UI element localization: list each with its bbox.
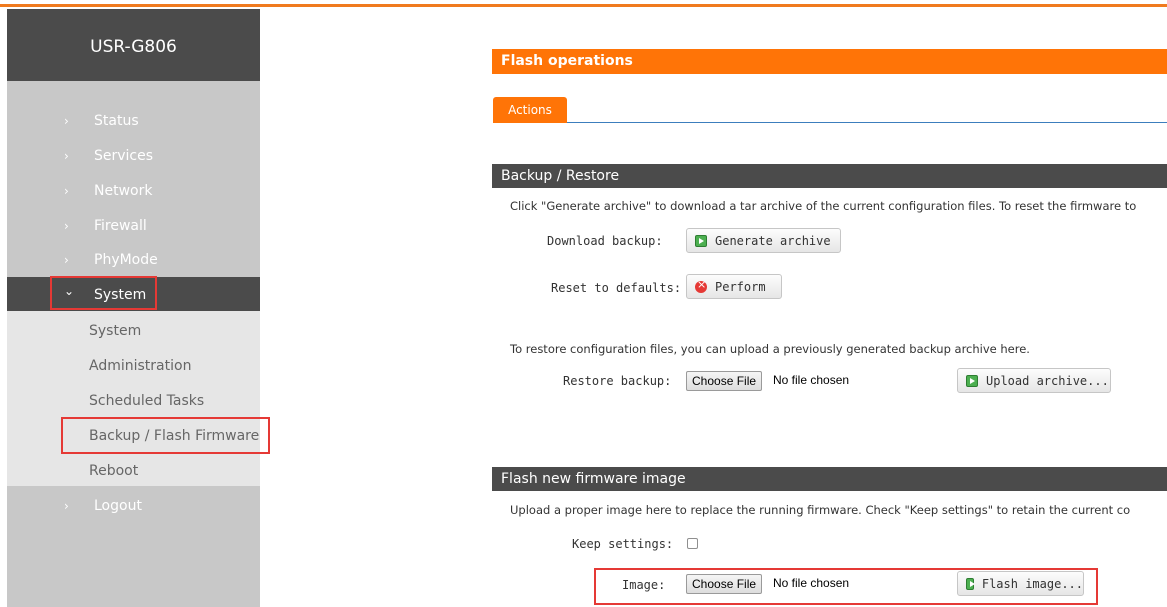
image-label: Image: — [622, 578, 666, 592]
flash-image-button[interactable]: Flash image... — [957, 571, 1084, 596]
nav-item-label: Services — [94, 147, 154, 164]
system-submenu: System Administration Scheduled Tasks Ba… — [7, 311, 260, 486]
keep-settings-checkbox[interactable] — [687, 538, 698, 549]
nav-item-system[interactable]: ⌄ System — [7, 277, 260, 312]
chevron-down-icon: ⌄ — [64, 283, 75, 298]
download-backup-label: Download backup: — [547, 234, 663, 248]
chevron-right-icon: › — [64, 498, 69, 513]
tab-actions[interactable]: Actions — [493, 97, 567, 123]
sidebar: USR-G806 › Status › Services › Network ›… — [7, 9, 260, 607]
image-file-status: No file chosen — [773, 576, 850, 590]
submenu-item-system[interactable]: System — [7, 313, 260, 348]
submenu-item-backup-flash-firmware[interactable]: Backup / Flash Firmware — [7, 418, 260, 453]
section-header-flash-firmware: Flash new firmware image — [492, 467, 1167, 491]
play-icon — [966, 577, 975, 590]
section-header-backup-restore: Backup / Restore — [492, 164, 1167, 188]
play-icon — [966, 374, 978, 387]
page-title: Flash operations — [492, 49, 1167, 74]
reset-icon — [695, 278, 707, 293]
submenu-item-administration[interactable]: Administration — [7, 348, 260, 383]
nav-item-network[interactable]: › Network — [7, 173, 260, 208]
upload-archive-button[interactable]: Upload archive... — [957, 368, 1111, 393]
restore-choose-file-button[interactable]: Choose File — [686, 371, 763, 391]
top-accent-bar — [0, 4, 1167, 7]
chevron-right-icon: › — [64, 148, 69, 163]
generate-archive-button[interactable]: Generate archive — [686, 228, 841, 253]
generate-archive-label: Generate archive — [715, 233, 831, 248]
upload-archive-label: Upload archive... — [986, 373, 1109, 388]
nav-item-label: PhyMode — [94, 251, 158, 268]
chevron-right-icon: › — [64, 252, 69, 267]
submenu-item-scheduled-tasks[interactable]: Scheduled Tasks — [7, 383, 260, 418]
chevron-right-icon: › — [64, 113, 69, 128]
flash-description: Upload a proper image here to replace th… — [510, 503, 1131, 517]
backup-description: Click "Generate archive" to download a t… — [510, 199, 1137, 213]
flash-image-label: Flash image... — [981, 576, 1083, 591]
nav-item-label: Firewall — [94, 217, 147, 234]
nav-item-firewall[interactable]: › Firewall — [7, 208, 260, 243]
play-icon — [695, 234, 707, 247]
restore-backup-label: Restore backup: — [563, 374, 672, 388]
restore-description: To restore configuration files, you can … — [510, 342, 1030, 356]
nav-item-services[interactable]: › Services — [7, 138, 260, 173]
reset-defaults-label: Reset to defaults: — [551, 281, 682, 295]
chevron-right-icon: › — [64, 183, 69, 198]
image-choose-file-button[interactable]: Choose File — [686, 574, 763, 594]
nav-item-phymode[interactable]: › PhyMode — [7, 242, 260, 277]
keep-settings-label: Keep settings: — [572, 537, 674, 551]
tab-underline — [567, 122, 1167, 123]
nav-item-label: System — [94, 286, 147, 303]
nav-item-label: Logout — [94, 497, 142, 514]
nav-item-label: Network — [94, 182, 153, 199]
chevron-right-icon: › — [64, 218, 69, 233]
nav-item-label: Status — [94, 112, 139, 129]
perform-button[interactable]: Perform — [686, 274, 782, 299]
brand-title: USR-G806 — [7, 9, 260, 81]
nav-item-logout[interactable]: › Logout — [7, 488, 260, 523]
restore-file-status: No file chosen — [773, 373, 850, 387]
perform-label: Perform — [715, 279, 766, 294]
submenu-item-reboot[interactable]: Reboot — [7, 453, 260, 488]
nav-item-status[interactable]: › Status — [7, 103, 260, 138]
